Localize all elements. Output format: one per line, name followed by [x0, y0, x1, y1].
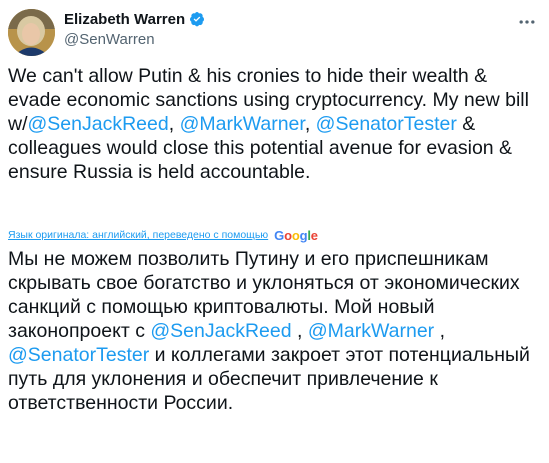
tweet: Elizabeth Warren @SenWarren We can't all…: [0, 0, 549, 463]
author-name[interactable]: Elizabeth Warren: [64, 11, 185, 28]
mention-senjackreed[interactable]: @SenJackReed: [28, 113, 169, 135]
mention-markwarner[interactable]: @MarkWarner: [180, 113, 305, 135]
text-segment: ,: [168, 113, 180, 135]
translation-notice-label[interactable]: Язык оригинала: английский, переведено с…: [8, 229, 268, 241]
mention-senatortester[interactable]: @SenatorTester: [316, 113, 457, 135]
tweet-text-translated: Мы не можем позволить Путину и его присп…: [8, 247, 541, 415]
more-options-icon[interactable]: [513, 8, 541, 36]
google-logo: Google: [274, 227, 318, 243]
avatar[interactable]: [8, 9, 55, 56]
text-segment: ,: [291, 320, 308, 342]
mention-senjackreed[interactable]: @SenJackReed: [150, 320, 291, 342]
tweet-text-original: We can't allow Putin & his cronies to hi…: [8, 64, 541, 184]
avatar-image: [8, 9, 55, 56]
author-handle[interactable]: @SenWarren: [64, 30, 533, 50]
translation-notice: Язык оригинала: английский, переведено с…: [8, 227, 318, 243]
verified-badge-icon: [189, 11, 205, 27]
tweet-header: Elizabeth Warren @SenWarren: [64, 9, 533, 49]
text-segment: ,: [304, 113, 316, 135]
mention-markwarner[interactable]: @MarkWarner: [308, 320, 434, 342]
mention-senatortester[interactable]: @SenatorTester: [8, 344, 149, 366]
text-segment: ,: [434, 320, 446, 342]
